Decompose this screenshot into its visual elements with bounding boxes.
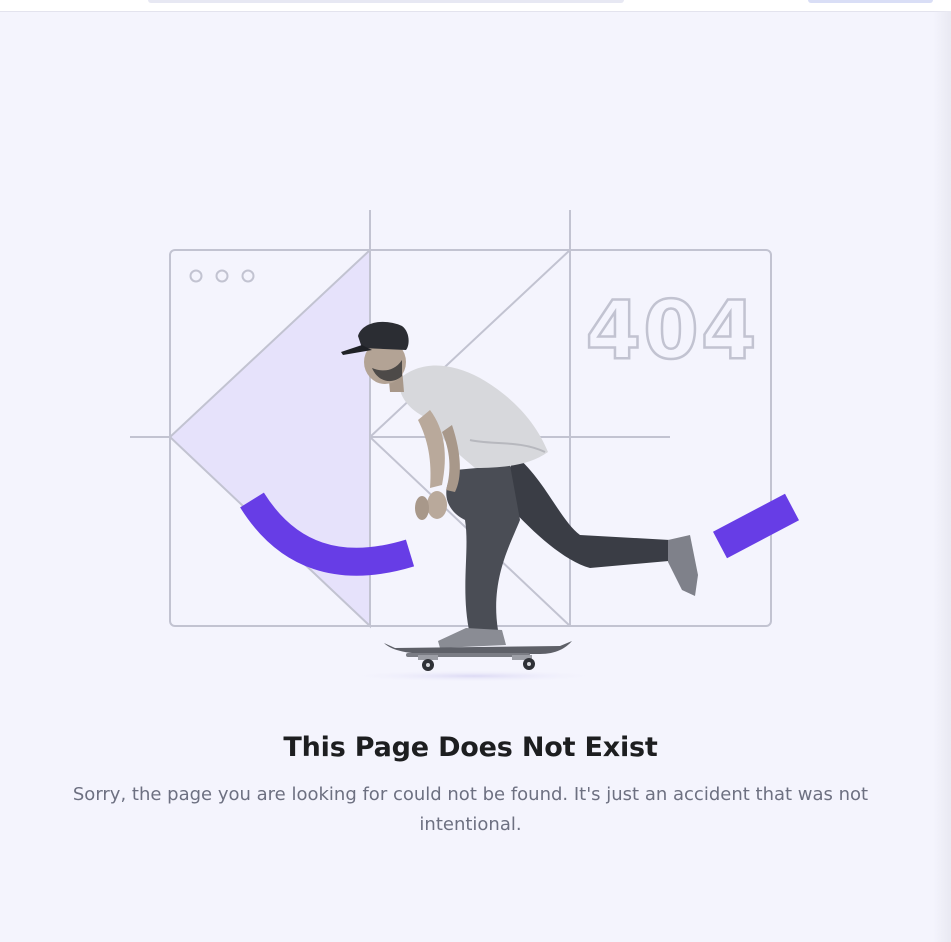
purple-dash: [712, 493, 800, 559]
window-dots-icon: [189, 269, 255, 283]
ground-shadow: [344, 670, 604, 682]
error-page: 404 This Page Does Not Exist Sorry, the …: [0, 0, 951, 942]
error-message: Sorry, the page you are looking for coul…: [72, 784, 869, 835]
page-title: This Page Does Not Exist: [283, 732, 658, 763]
error-code-text: 404: [586, 284, 759, 377]
